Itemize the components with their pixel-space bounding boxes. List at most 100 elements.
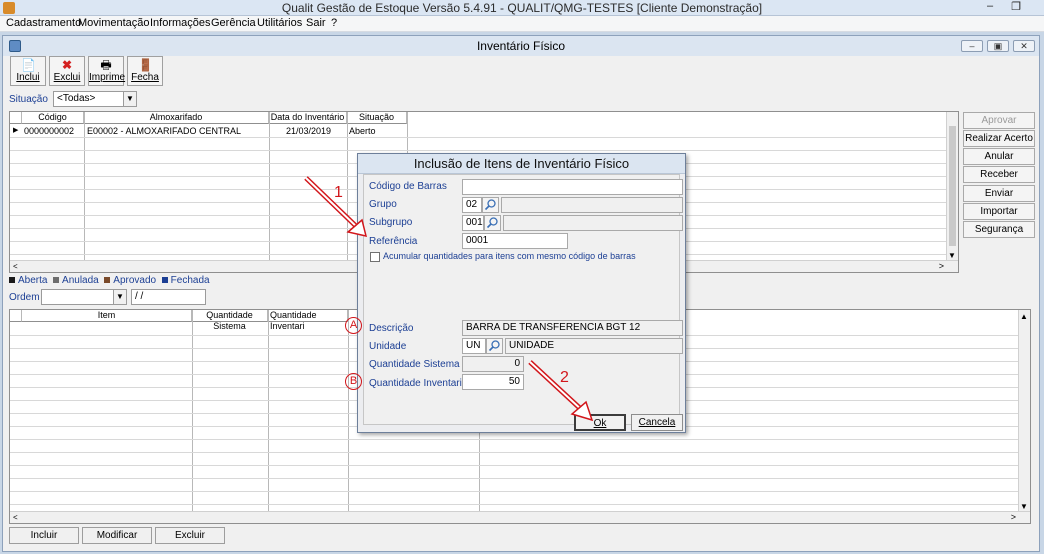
codigo-barras-label: Código de Barras: [369, 181, 447, 192]
grid1-header-codigo[interactable]: Código: [22, 112, 84, 124]
magnifier-icon: [484, 199, 496, 211]
acumular-label: Acumular quantidades para itens com mesm…: [383, 251, 636, 261]
magnifier-icon: [488, 340, 500, 352]
excluir-item-button[interactable]: Excluir: [155, 527, 225, 544]
toolbar-exclui-button[interactable]: ✖ Exclui: [49, 56, 85, 86]
legend-anulada: Anulada: [62, 275, 99, 286]
scroll-right-icon[interactable]: >: [939, 261, 944, 271]
menu-bar: Cadastramento Movimentação Informações G…: [0, 16, 1044, 32]
grid1-scroll-thumb[interactable]: [949, 126, 956, 246]
new-document-icon: 📄: [21, 58, 36, 72]
referencia-input[interactable]: 0001: [462, 233, 568, 249]
importar-button[interactable]: Importar: [963, 203, 1035, 220]
unidade-label: Unidade: [369, 341, 407, 352]
descricao-value: BARRA DE TRANSFERENCIA BGT 12: [462, 320, 683, 336]
restore-button[interactable]: ❐: [1002, 0, 1030, 15]
seguranca-button[interactable]: Segurança: [963, 221, 1035, 238]
chevron-down-icon: ▼: [123, 92, 136, 106]
ordem-label: Ordem: [9, 292, 40, 303]
row-indicator-icon: ▶: [13, 127, 19, 134]
receber-button[interactable]: Receber: [963, 166, 1035, 183]
anulada-square-icon: [53, 277, 60, 283]
magnifier-icon: [486, 217, 498, 229]
toolbar-fecha-label: Fecha: [131, 72, 159, 83]
grid1-cell-almoxarifado[interactable]: E00002 - ALMOXARIFADO CENTRAL: [87, 125, 241, 137]
menu-help[interactable]: ?: [331, 17, 337, 29]
grid1-cell-situacao[interactable]: Aberto: [349, 125, 376, 137]
enviar-button[interactable]: Enviar: [963, 185, 1035, 202]
child-restore-button[interactable]: ▣: [987, 40, 1009, 52]
legend-aberta: Aberta: [18, 275, 48, 286]
child-close-button[interactable]: ✕: [1013, 40, 1035, 52]
menu-informacoes[interactable]: Informações: [150, 17, 211, 29]
situacao-select[interactable]: <Todas> ▼: [53, 91, 137, 107]
grid1-cell-codigo[interactable]: 0000000002: [24, 125, 74, 137]
subgrupo-input[interactable]: 001: [462, 215, 484, 231]
legend-aprovado: Aprovado: [113, 275, 157, 286]
incluir-item-button[interactable]: Incluir: [9, 527, 79, 544]
subgrupo-description: [503, 215, 683, 231]
anular-button[interactable]: Anular: [963, 148, 1035, 165]
toolbar-imprime-label: Imprime: [89, 72, 126, 83]
minimize-button[interactable]: –: [976, 0, 1004, 15]
situacao-value: <Todas>: [57, 93, 96, 104]
app-title-bar: Qualit Gestão de Estoque Versão 5.4.91 -…: [0, 0, 1044, 16]
dialog-body: Código de Barras Grupo 02 Subgrupo 001 R…: [363, 174, 683, 425]
grid1-cell-data[interactable]: 21/03/2019: [286, 125, 331, 137]
acumular-checkbox[interactable]: [370, 252, 380, 262]
legend-fechada: Fechada: [170, 275, 210, 286]
grid1-vertical-scrollbar[interactable]: ▼: [946, 112, 958, 260]
grupo-description: [501, 197, 683, 213]
grid2-horizontal-scrollbar[interactable]: < >: [10, 511, 1030, 523]
menu-gerencia[interactable]: Gerência: [211, 17, 256, 29]
menu-utilitarios[interactable]: Utilitários: [257, 17, 302, 29]
window-title: Inventário Físico: [476, 39, 566, 53]
printer-icon: 🖶: [100, 58, 112, 72]
toolbar-exclui-label: Exclui: [53, 72, 81, 83]
toolbar-imprime-button[interactable]: 🖶 Imprime: [88, 56, 126, 86]
unidade-search-button[interactable]: [486, 338, 503, 354]
ok-button[interactable]: Ok: [574, 414, 626, 431]
cancela-button[interactable]: Cancela: [631, 414, 683, 431]
child-minimize-button[interactable]: –: [961, 40, 983, 52]
scroll-right-icon[interactable]: >: [1011, 512, 1016, 522]
scroll-down-icon[interactable]: ▼: [1020, 502, 1028, 511]
scroll-left-icon[interactable]: <: [13, 513, 18, 522]
grid2-header-qtd-inventariada[interactable]: Quantidade Inventari: [268, 310, 348, 331]
scroll-up-icon[interactable]: ▲: [1020, 312, 1028, 321]
status-legend: Aberta Anulada Aprovado Fechada: [9, 275, 210, 286]
descricao-label: Descrição: [369, 323, 414, 334]
qtd-sistema-value: 0: [462, 356, 524, 372]
grid2-header-qtd-sistema[interactable]: Quantidade Sistema: [192, 310, 268, 331]
toolbar-fecha-button[interactable]: 🚪 Fecha: [127, 56, 163, 86]
menu-movimentacao[interactable]: Movimentação: [78, 17, 150, 29]
grid2-indicator-header: [10, 310, 22, 322]
delete-x-icon: ✖: [61, 58, 73, 72]
toolbar-inclui-button[interactable]: 📄 Inclui: [10, 56, 46, 86]
menu-sair[interactable]: Sair: [306, 17, 326, 29]
grid2-header-item[interactable]: Item: [22, 310, 192, 322]
referencia-label: Referência: [369, 236, 418, 247]
scroll-left-icon[interactable]: <: [13, 262, 18, 271]
codigo-barras-input[interactable]: [462, 179, 683, 195]
unidade-input[interactable]: UN: [462, 338, 486, 354]
grid2-vertical-scrollbar[interactable]: ▲ ▼: [1018, 310, 1030, 511]
aprovar-button[interactable]: Aprovar: [963, 112, 1035, 129]
grid1-header-almoxarifado[interactable]: Almoxarifado: [84, 112, 269, 124]
aberta-square-icon: [9, 277, 15, 283]
subgrupo-search-button[interactable]: [484, 215, 501, 231]
qtd-inventariada-input[interactable]: 50: [462, 374, 524, 390]
modificar-item-button[interactable]: Modificar: [82, 527, 152, 544]
menu-cadastramento[interactable]: Cadastramento: [6, 17, 81, 29]
annotation-number-1: 1: [334, 184, 343, 201]
subgrupo-label: Subgrupo: [369, 217, 413, 228]
unidade-description: UNIDADE: [505, 338, 683, 354]
ordem-date-input[interactable]: / /: [131, 289, 206, 305]
grid1-header-situacao[interactable]: Situação: [347, 112, 407, 124]
grupo-search-button[interactable]: [482, 197, 499, 213]
ordem-select[interactable]: ▼: [41, 289, 127, 305]
scroll-down-icon[interactable]: ▼: [948, 251, 956, 260]
grid1-header-data[interactable]: Data do Inventário: [269, 112, 347, 124]
grupo-input[interactable]: 02: [462, 197, 482, 213]
realizar-acerto-button[interactable]: Realizar Acerto: [963, 130, 1035, 147]
